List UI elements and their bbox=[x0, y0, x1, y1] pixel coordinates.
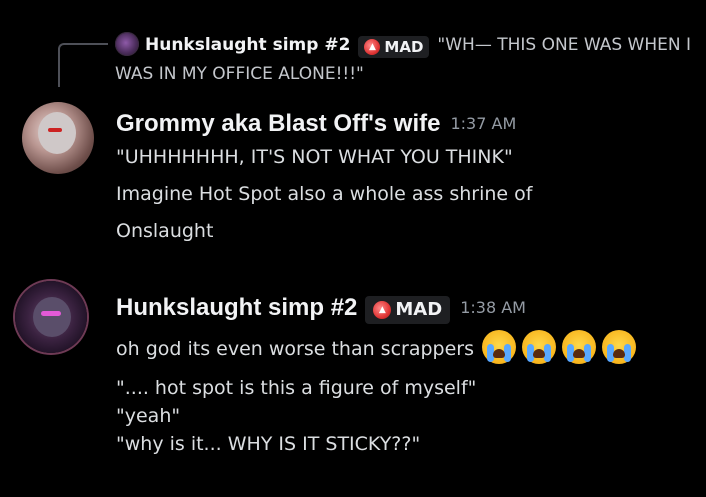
message-header: Grommy aka Blast Off's wife 1:37 AM bbox=[116, 108, 532, 139]
reply-avatar[interactable] bbox=[115, 32, 139, 56]
message-header: Hunkslaught simp #2 ▲ MAD 1:38 AM bbox=[116, 292, 636, 324]
flame-icon: ▲ bbox=[364, 39, 381, 55]
avatar[interactable] bbox=[22, 102, 94, 174]
avatar-visor bbox=[48, 128, 62, 132]
message-2: Hunkslaught simp #2 ▲ MAD 1:38 AM oh god it… bbox=[116, 292, 637, 458]
reply-author[interactable]: Hunkslaught simp #2 bbox=[145, 35, 350, 55]
message-timestamp[interactable]: 1:38 AM bbox=[460, 298, 526, 317]
avatar-face bbox=[38, 112, 76, 154]
loudly-crying-face-icon[interactable] bbox=[562, 330, 597, 364]
avatar-visor bbox=[41, 311, 61, 316]
message-text: oh god its even worse than scrappers bbox=[116, 330, 637, 364]
message-text: "UHHHHHHH, IT'S NOT WHAT YOU THINK" bbox=[116, 146, 513, 168]
message-text-content: oh god its even worse than scrappers bbox=[116, 338, 475, 360]
message-timestamp[interactable]: 1:37 AM bbox=[450, 114, 516, 133]
role-badge[interactable]: ▲ MAD bbox=[365, 296, 451, 324]
message-text: Imagine Hot Spot also a whole ass shrine… bbox=[116, 183, 533, 205]
loudly-crying-face-icon[interactable] bbox=[602, 330, 637, 364]
message-1: Grommy aka Blast Off's wife 1:37 AM "UHHH… bbox=[116, 108, 532, 245]
avatar[interactable] bbox=[15, 281, 87, 353]
reply-connector bbox=[58, 43, 108, 87]
message-author[interactable]: Grommy aka Blast Off's wife bbox=[116, 110, 440, 137]
message-text: "yeah" bbox=[116, 405, 181, 427]
reply-role-badge[interactable]: ▲ MAD bbox=[358, 36, 430, 58]
role-badge-label: MAD bbox=[395, 299, 443, 320]
message-text: Onslaught bbox=[116, 220, 214, 242]
reply-badge-label: MAD bbox=[384, 38, 424, 56]
reply-preview[interactable]: Hunkslaught simp #2 ▲ MAD "WH— THIS ONE WAS… bbox=[115, 31, 695, 89]
message-author[interactable]: Hunkslaught simp #2 bbox=[116, 294, 357, 321]
loudly-crying-face-icon[interactable] bbox=[482, 330, 517, 364]
avatar-face bbox=[33, 297, 71, 337]
message-text: "why is it... WHY IS IT STICKY??" bbox=[116, 433, 421, 455]
flame-icon: ▲ bbox=[373, 301, 392, 319]
message-text: ".... hot spot is this a figure of mysel… bbox=[116, 377, 477, 399]
loudly-crying-face-icon[interactable] bbox=[522, 330, 557, 364]
